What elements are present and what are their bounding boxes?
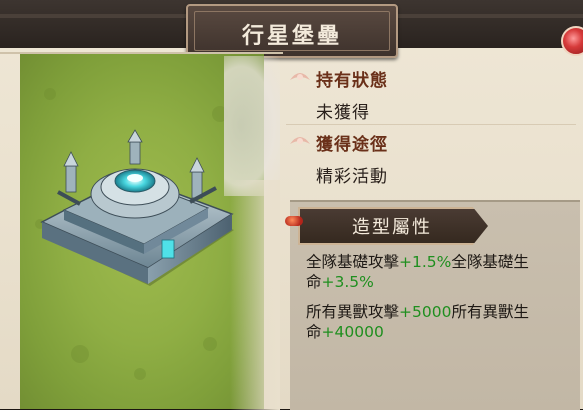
close-gem-icon[interactable] <box>561 26 583 56</box>
attribute-header: 造型屬性 <box>352 217 432 238</box>
attribute-bonus: +3.5% <box>321 273 374 291</box>
lotus-icon <box>290 73 310 80</box>
acquire-label: 獲得途徑 <box>316 135 388 155</box>
map-cloud <box>224 56 280 196</box>
map-edge-fade <box>230 180 280 410</box>
attribute-stat: 所有異獸攻擊 <box>306 303 400 321</box>
attribute-stat: 命 <box>306 273 322 291</box>
attribute-line: 所有異獸攻擊+5000所有異獸生命+40000 <box>306 302 578 342</box>
attribute-bonus: +1.5% <box>399 253 452 271</box>
lotus-icon <box>290 137 310 144</box>
status-label: 持有狀態 <box>316 71 388 91</box>
status-value: 未獲得 <box>316 103 370 123</box>
acquire-value[interactable]: 精彩活動 <box>316 162 388 187</box>
attribute-stat: 全隊基礎生 <box>451 253 529 271</box>
window-title: 行星堡壘 <box>241 24 342 49</box>
attribute-bonus: +5000 <box>399 303 452 321</box>
attribute-stat: 全隊基礎攻擊 <box>306 253 400 271</box>
title-plate: 行星堡壘 <box>186 4 398 58</box>
attribute-stat: 命 <box>306 323 322 341</box>
attribute-bonus: +40000 <box>321 323 384 341</box>
attribute-line: 全隊基礎攻擊+1.5%全隊基礎生命+3.5% <box>306 252 578 292</box>
attribute-stat: 所有異獸生 <box>451 303 529 321</box>
section-divider <box>286 124 576 125</box>
